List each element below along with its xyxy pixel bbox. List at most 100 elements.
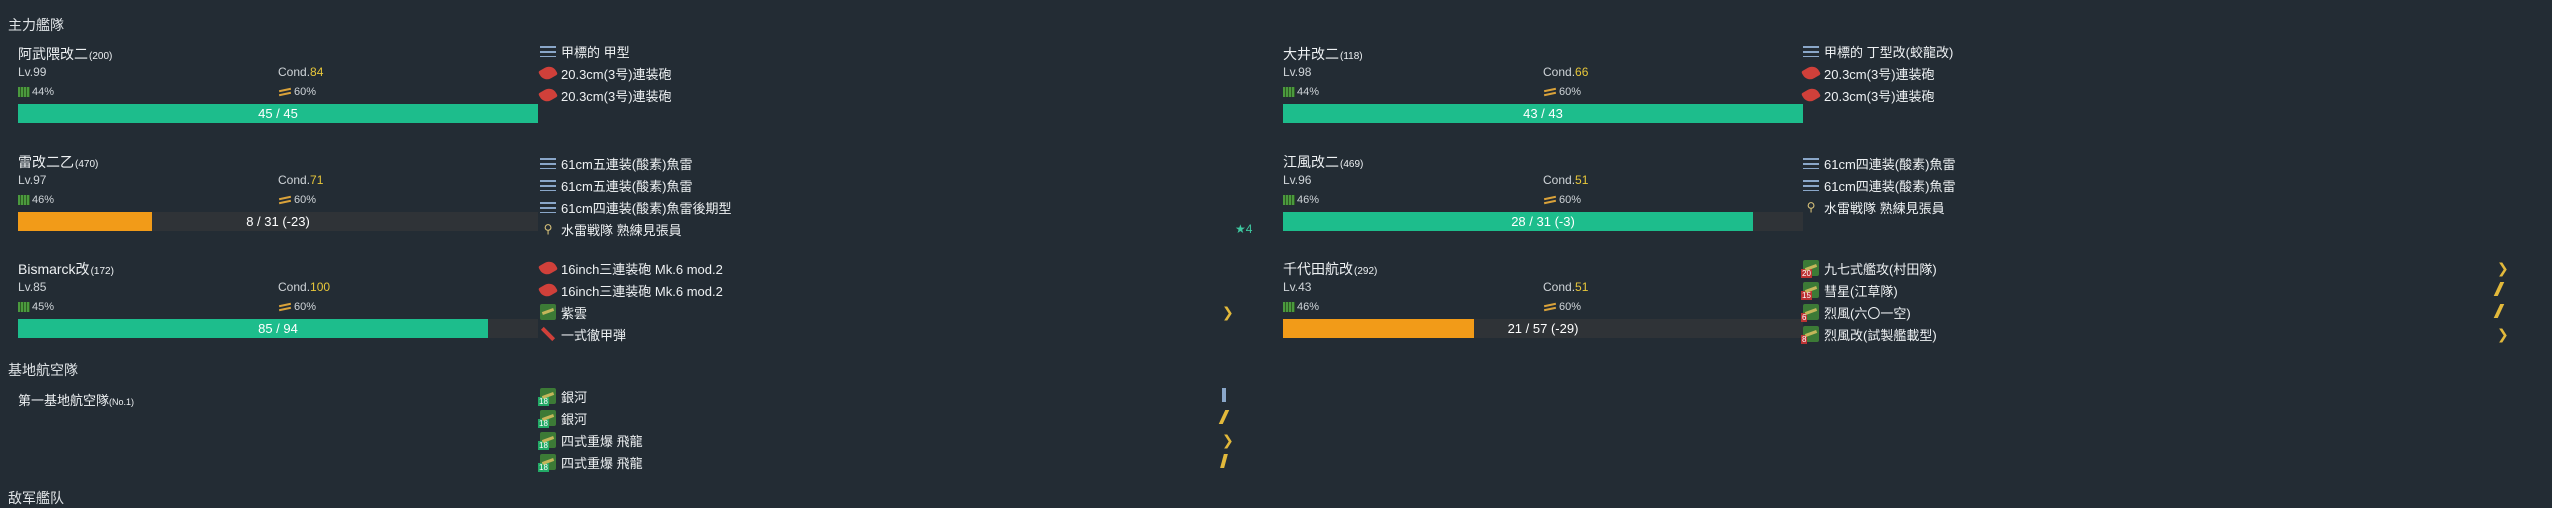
equip-slot[interactable]: 20.3cm(3号)連装砲 <box>1801 84 2511 106</box>
ship-ammo: 60% <box>1543 301 1581 313</box>
ship-equip-list: 61cm四連装(酸素)魚雷 61cm四連装(酸素)魚雷 ⚲ 水雷戦隊 熟練見張員 <box>1803 152 2511 218</box>
ship-name[interactable]: 雷改二乙(470) <box>18 152 98 172</box>
equip-name: 20.3cm(3号)連装砲 <box>1824 66 1935 82</box>
equip-name: 20.3cm(3号)連装砲 <box>561 66 672 82</box>
equip-slot[interactable]: 甲標的 甲型 <box>540 40 1236 62</box>
cond-value: 66 <box>1575 65 1589 79</box>
equip-name: 一式徹甲弾 <box>561 327 627 343</box>
equip-name: 61cm五連装(酸素)魚雷 <box>561 156 693 172</box>
equip-slot[interactable]: ⚲ 水雷戦隊 熟練見張員 <box>540 218 1236 240</box>
main-gun-icon <box>538 280 558 300</box>
equip-slot[interactable]: 18 銀河 <box>538 407 1236 429</box>
ship-level: Lv.85 <box>18 280 47 294</box>
ship-ammo: 60% <box>278 86 316 98</box>
torpedo-icon <box>540 179 556 191</box>
dive-bomber-icon: 15 <box>1801 282 1819 300</box>
ship-fuel: 44% <box>18 86 54 98</box>
equip-slot[interactable]: 15 彗星(江草隊) <box>1801 279 2511 301</box>
equip-slot[interactable]: 61cm四連装(酸素)魚雷 <box>1803 152 2511 174</box>
equip-name: 61cm四連装(酸素)魚雷 <box>1824 178 1956 194</box>
equip-slot[interactable]: 18 四式重爆 飛龍 ❯ <box>538 429 1236 451</box>
ship-level: Lv.98 <box>1283 65 1312 79</box>
cond-label: Cond. <box>1543 173 1576 187</box>
equip-slot[interactable]: 20.3cm(3号)連装砲 <box>538 62 1236 84</box>
ship-level: Lv.97 <box>18 173 47 187</box>
equip-slot[interactable]: 61cm四連装(酸素)魚雷 <box>1803 174 2511 196</box>
ship-fuel: 44% <box>1283 86 1319 98</box>
base-air-label: 第一基地航空隊 <box>18 393 110 408</box>
hp-value: 8 / 31 (-23) <box>246 214 310 229</box>
equip-name: 水雷戦隊 熟練見張員 <box>561 222 682 238</box>
fuel-value: 46% <box>1297 194 1320 206</box>
equip-slot[interactable]: 61cm四連装(酸素)魚雷後期型 <box>540 196 1236 218</box>
hp-value: 21 / 57 (-29) <box>1507 321 1579 336</box>
proficiency-icon: ❯ <box>1222 304 1236 320</box>
equip-slot[interactable]: 一式徹甲弾 <box>540 323 1236 345</box>
equip-slot[interactable]: 紫雲 ❯ <box>540 301 1236 323</box>
equip-slot[interactable]: 甲標的 丁型改(蛟龍改) <box>1803 40 2511 62</box>
land-bomber-icon: 18 <box>538 432 556 450</box>
main-gun-icon <box>1801 85 1821 105</box>
ammo-value: 60% <box>1559 86 1582 98</box>
ship-name[interactable]: 阿武隈改二(200) <box>18 44 112 64</box>
slot-count-badge: 8 <box>1801 335 1808 344</box>
equip-slot[interactable]: 18 四式重爆 飛龍 <box>538 451 1236 473</box>
equip-name: 甲標的 甲型 <box>561 44 630 60</box>
slot-count-badge: 15 <box>1801 291 1812 300</box>
equip-name: 61cm四連装(酸素)魚雷 <box>1824 156 1956 172</box>
hp-value: 43 / 43 <box>1523 106 1563 121</box>
ship-name[interactable]: Bismarck改(172) <box>18 259 114 279</box>
fuel-icon <box>18 195 30 205</box>
torpedo-bomber-icon <box>540 45 556 57</box>
slot-count-badge: 18 <box>538 463 549 472</box>
land-bomber-icon: 18 <box>538 388 556 406</box>
fuel-icon <box>1283 195 1295 205</box>
ship-name[interactable]: 千代田航改(292) <box>1283 259 1377 279</box>
equip-slot[interactable]: 20.3cm(3号)連装砲 <box>1801 62 2511 84</box>
ship-id: (172) <box>90 266 114 277</box>
equip-slot[interactable]: 61cm五連装(酸素)魚雷 <box>540 174 1236 196</box>
fuel-value: 44% <box>32 86 55 98</box>
ship-ammo: 60% <box>278 194 316 206</box>
ammo-value: 60% <box>1559 301 1582 313</box>
proficiency-icon <box>1220 454 1236 470</box>
base-air-equips: 18 銀河 18 銀河 18 四式重爆 飛龍 ❯ 18 四式重爆 飛龍 <box>538 385 1236 473</box>
proficiency-mark <box>2493 304 2505 318</box>
equip-slot[interactable]: 20 九七式艦攻(村田隊) ❯ <box>1801 257 2511 279</box>
ship-fuel: 46% <box>1283 194 1319 206</box>
ship-name[interactable]: 江風改二(469) <box>1283 152 1363 172</box>
main-gun-icon <box>538 85 558 105</box>
cond-label: Cond. <box>278 173 311 187</box>
ship-name[interactable]: 大井改二(118) <box>1283 44 1363 64</box>
equip-slot[interactable]: 6 烈風(六〇一空) <box>1801 301 2511 323</box>
proficiency-icon <box>1222 388 1236 404</box>
proficiency-mark: ❯ <box>2497 260 2509 276</box>
equip-name: 銀河 <box>561 389 588 405</box>
ship-id: (469) <box>1340 159 1364 170</box>
hp-bar: 28 / 31 (-3) <box>1283 212 1803 231</box>
equip-slot[interactable]: 16inch三連装砲 Mk.6 mod.2 <box>538 257 1236 279</box>
equip-slot[interactable]: 61cm五連装(酸素)魚雷 <box>540 152 1236 174</box>
equip-slot[interactable]: 18 銀河 <box>538 385 1236 407</box>
equip-slot[interactable]: 16inch三連装砲 Mk.6 mod.2 <box>538 279 1236 301</box>
equip-name: 20.3cm(3号)連装砲 <box>561 88 672 104</box>
equip-name: 61cm四連装(酸素)魚雷後期型 <box>561 200 732 216</box>
equip-slot[interactable]: ⚲ 水雷戦隊 熟練見張員 <box>1803 196 2511 218</box>
equip-name: 四式重爆 飛龍 <box>561 455 643 471</box>
ship-level: Lv.43 <box>1283 280 1312 294</box>
land-bomber-icon: 18 <box>538 410 556 428</box>
ship-ammo: 60% <box>1543 86 1581 98</box>
proficiency-mark: ❯ <box>2497 326 2509 342</box>
equip-slot[interactable]: 20.3cm(3号)連装砲 <box>538 84 1236 106</box>
torpedo-bomber-icon <box>1803 45 1819 57</box>
equip-slot[interactable]: 8 烈風改(試製艦載型) ❯ <box>1801 323 2511 345</box>
ship-equip-list: 20 九七式艦攻(村田隊) ❯ 15 彗星(江草隊) 6 烈風(六〇一空) 8 烈風改(試製艦載… <box>1801 257 2511 345</box>
proficiency-icon: ❯ <box>2497 326 2511 342</box>
fuel-icon <box>1283 302 1295 312</box>
ship-level: Lv.96 <box>1283 173 1312 187</box>
fighter-icon: 8 <box>1801 326 1819 344</box>
proficiency-icon <box>2493 282 2511 298</box>
ammo-icon <box>1543 87 1557 97</box>
ship-cond: Cond.100 <box>278 280 330 294</box>
lookout-icon: ⚲ <box>1806 200 1816 214</box>
